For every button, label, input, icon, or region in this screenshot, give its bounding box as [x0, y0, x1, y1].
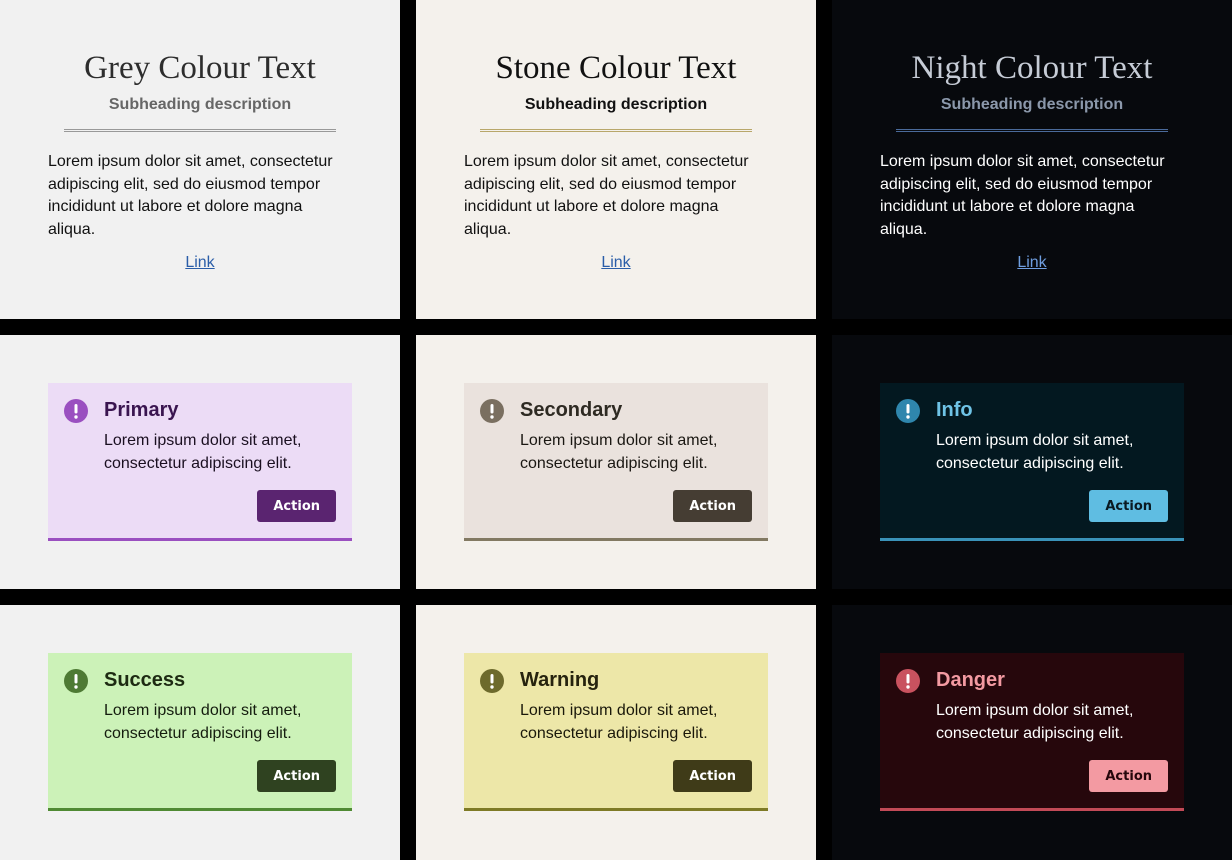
card-subheading: Subheading description	[940, 96, 1124, 113]
stone-text-card: Stone Colour Text Subheading description…	[416, 0, 816, 319]
action-button[interactable]: Action	[257, 760, 336, 792]
action-button[interactable]: Action	[257, 490, 336, 522]
action-button[interactable]: Action	[673, 490, 752, 522]
alert-title: Danger	[936, 669, 1005, 691]
alert-body: Lorem ipsum dolor sit amet, consectetur …	[936, 702, 1134, 742]
double-rule-divider	[480, 129, 752, 132]
success-alert-panel: Success Lorem ipsum dolor sit amet, cons…	[0, 605, 400, 860]
action-button[interactable]: Action	[1089, 760, 1168, 792]
action-button[interactable]: Action	[1089, 490, 1168, 522]
secondary-alert: Secondary Lorem ipsum dolor sit amet, co…	[464, 383, 768, 541]
danger-alert-panel: Danger Lorem ipsum dolor sit amet, conse…	[832, 605, 1232, 860]
card-body-text: Lorem ipsum dolor sit amet, consectetur …	[880, 153, 1165, 238]
card-subheading: Subheading description	[108, 96, 292, 113]
card-title: Stone Colour Text	[495, 50, 737, 86]
alert-title: Primary	[104, 399, 179, 421]
card-body-text: Lorem ipsum dolor sit amet, consectetur …	[464, 153, 749, 238]
alert-title: Warning	[520, 669, 600, 691]
grey-text-card: Grey Colour Text Subheading description …	[0, 0, 400, 319]
card-link[interactable]: Link	[48, 254, 352, 272]
exclamation-circle-icon	[64, 669, 88, 693]
danger-alert: Danger Lorem ipsum dolor sit amet, conse…	[880, 653, 1184, 811]
alert-body: Lorem ipsum dolor sit amet, consectetur …	[520, 432, 718, 472]
alert-body: Lorem ipsum dolor sit amet, consectetur …	[520, 702, 718, 742]
double-rule-divider	[896, 129, 1168, 132]
card-title: Night Colour Text	[911, 50, 1153, 86]
alert-body: Lorem ipsum dolor sit amet, consectetur …	[936, 432, 1134, 472]
exclamation-circle-icon	[64, 399, 88, 423]
success-alert: Success Lorem ipsum dolor sit amet, cons…	[48, 653, 352, 811]
primary-alert-panel: Primary Lorem ipsum dolor sit amet, cons…	[0, 335, 400, 589]
primary-alert: Primary Lorem ipsum dolor sit amet, cons…	[48, 383, 352, 541]
alert-title: Secondary	[520, 399, 623, 421]
card-subheading: Subheading description	[524, 96, 708, 113]
card-link[interactable]: Link	[464, 254, 768, 272]
exclamation-circle-icon	[480, 669, 504, 693]
night-text-card: Night Colour Text Subheading description…	[832, 0, 1232, 319]
alert-title: Info	[936, 399, 973, 421]
exclamation-circle-icon	[896, 669, 920, 693]
info-alert: Info Lorem ipsum dolor sit amet, consect…	[880, 383, 1184, 541]
alert-title: Success	[104, 669, 186, 691]
warning-alert-panel: Warning Lorem ipsum dolor sit amet, cons…	[416, 605, 816, 860]
swatch-grid: Grey Colour Text Subheading description …	[0, 0, 1232, 860]
action-button[interactable]: Action	[673, 760, 752, 792]
info-alert-panel: Info Lorem ipsum dolor sit amet, consect…	[832, 335, 1232, 589]
double-rule-divider	[64, 129, 336, 132]
card-link[interactable]: Link	[880, 254, 1184, 272]
warning-alert: Warning Lorem ipsum dolor sit amet, cons…	[464, 653, 768, 811]
alert-body: Lorem ipsum dolor sit amet, consectetur …	[104, 702, 302, 742]
card-body-text: Lorem ipsum dolor sit amet, consectetur …	[48, 153, 333, 238]
exclamation-circle-icon	[896, 399, 920, 423]
exclamation-circle-icon	[480, 399, 504, 423]
card-title: Grey Colour Text	[84, 50, 316, 86]
secondary-alert-panel: Secondary Lorem ipsum dolor sit amet, co…	[416, 335, 816, 589]
alert-body: Lorem ipsum dolor sit amet, consectetur …	[104, 432, 302, 472]
